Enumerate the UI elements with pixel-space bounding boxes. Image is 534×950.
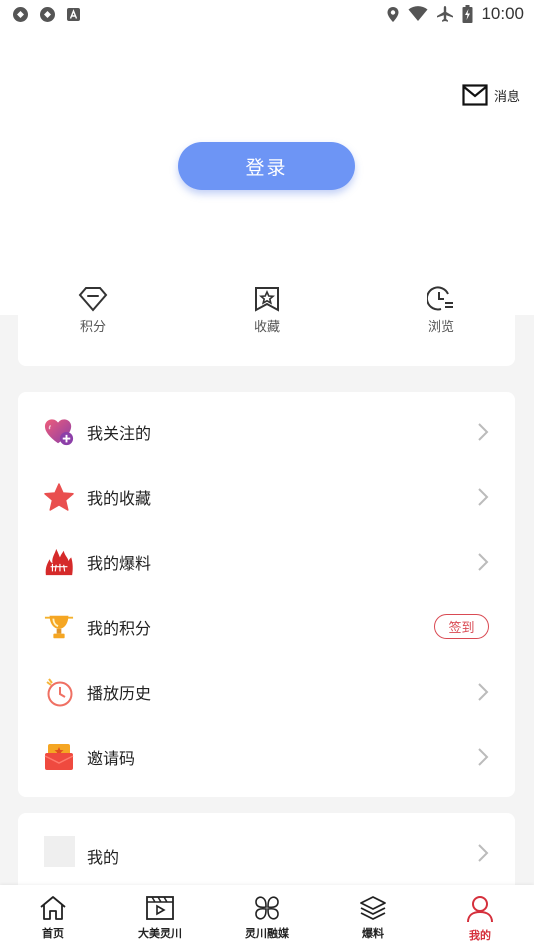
status-time: 10:00 bbox=[481, 4, 524, 23]
tab-label: 大美灵川 bbox=[138, 928, 182, 940]
menu-item-points[interactable]: 我的积分 签到 bbox=[18, 594, 515, 659]
menu-item-tips[interactable]: 我的爆料 bbox=[18, 529, 515, 594]
chevron-right-icon bbox=[478, 747, 489, 766]
star-icon bbox=[44, 482, 74, 512]
diamond-icon bbox=[78, 287, 108, 312]
battery-icon bbox=[462, 5, 473, 23]
message-button[interactable]: 消息 bbox=[462, 84, 520, 106]
mine-card[interactable]: 我的 bbox=[18, 813, 515, 893]
menu-label: 邀请码 bbox=[87, 750, 136, 768]
stat-history-label: 浏览 bbox=[427, 319, 454, 334]
person-icon bbox=[467, 896, 493, 923]
timer-icon bbox=[44, 677, 74, 707]
chevron-right-icon bbox=[478, 844, 489, 862]
menu-item-following[interactable]: 我关注的 bbox=[18, 399, 515, 464]
tab-mine[interactable]: 我的 bbox=[440, 895, 520, 943]
chevron-right-icon bbox=[478, 682, 489, 701]
tab-video[interactable]: 大美灵川 bbox=[120, 895, 200, 941]
stat-points-label: 积分 bbox=[79, 319, 106, 334]
bottom-tab-bar: 首页 大美灵川 灵川融媒 爆料 我的 bbox=[0, 885, 534, 950]
chevron-right-icon bbox=[478, 487, 489, 506]
location-icon bbox=[387, 6, 399, 22]
flame-icon bbox=[44, 547, 74, 577]
mine-label: 我的 bbox=[87, 850, 120, 867]
status-right-icons: 10:00 bbox=[386, 4, 524, 24]
tab-tips[interactable]: 爆料 bbox=[333, 895, 413, 941]
tab-label: 灵川融媒 bbox=[245, 928, 289, 940]
bookmark-star-icon bbox=[255, 287, 279, 312]
video-icon bbox=[146, 896, 174, 920]
clock-list-icon bbox=[427, 286, 453, 311]
stat-favorites[interactable]: 收藏 bbox=[227, 286, 307, 335]
stat-points[interactable]: 积分 bbox=[53, 286, 133, 335]
tab-label: 爆料 bbox=[362, 928, 384, 940]
sign-in-button[interactable]: 签到 bbox=[434, 614, 489, 639]
chevron-right-icon bbox=[478, 552, 489, 571]
wifi-icon bbox=[408, 6, 428, 21]
mail-icon bbox=[462, 84, 488, 106]
status-left-icons bbox=[12, 6, 81, 23]
menu-label: 我关注的 bbox=[87, 425, 152, 443]
stat-favorites-label: 收藏 bbox=[253, 319, 280, 334]
tab-home[interactable]: 首页 bbox=[13, 895, 93, 941]
home-icon bbox=[40, 896, 66, 920]
sync-icon bbox=[13, 6, 28, 22]
tab-label: 我的 bbox=[469, 930, 491, 942]
menu-item-invite[interactable]: 邀请码 bbox=[18, 724, 515, 789]
login-button[interactable]: 登录 bbox=[178, 142, 355, 190]
menu-label: 播放历史 bbox=[87, 685, 152, 703]
menu-card: 我关注的 我的收藏 我的爆料 我的积分 签到 播放历史 邀请码 bbox=[18, 392, 515, 797]
airplane-icon bbox=[437, 6, 454, 22]
profile-header: 消息 登录 bbox=[0, 28, 534, 315]
mine-thumbnail bbox=[44, 836, 75, 867]
trophy-icon bbox=[44, 612, 74, 642]
menu-label: 我的爆料 bbox=[87, 555, 152, 573]
layers-icon bbox=[360, 896, 386, 920]
stat-history[interactable]: 浏览 bbox=[401, 286, 481, 335]
heart-plus-icon bbox=[44, 417, 74, 447]
red-envelope-icon bbox=[44, 742, 74, 772]
menu-label: 我的收藏 bbox=[87, 490, 152, 508]
clover-icon bbox=[255, 896, 279, 920]
status-bar: 10:00 bbox=[0, 0, 534, 28]
menu-label: 我的积分 bbox=[87, 620, 152, 638]
menu-item-favorites[interactable]: 我的收藏 bbox=[18, 464, 515, 529]
message-label: 消息 bbox=[493, 88, 520, 104]
app-a-icon bbox=[67, 7, 80, 21]
tab-media[interactable]: 灵川融媒 bbox=[227, 895, 307, 941]
chevron-right-icon bbox=[478, 422, 489, 441]
menu-item-history[interactable]: 播放历史 bbox=[18, 659, 515, 724]
sync-icon bbox=[40, 6, 55, 22]
tab-label: 首页 bbox=[42, 928, 64, 940]
